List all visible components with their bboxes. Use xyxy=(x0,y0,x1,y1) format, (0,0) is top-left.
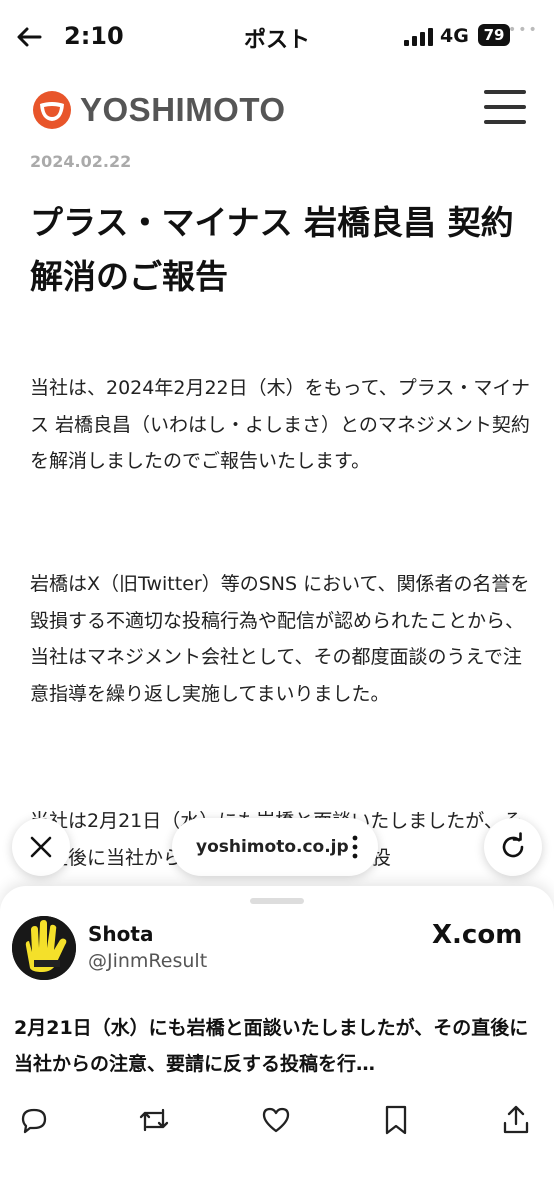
reload-button[interactable] xyxy=(484,818,542,876)
post-text[interactable]: 2月21日（水）にも岩橋と面談いたしましたが、その直後に当社からの注意、要請に反… xyxy=(14,1010,534,1082)
post-actions xyxy=(0,1100,554,1144)
article-date: 2024.02.22 xyxy=(30,152,132,171)
yoshimoto-logo[interactable]: YOSHIMOTO xyxy=(32,88,286,132)
status-more-icon: ••• xyxy=(508,22,539,38)
battery-icon: 79 xyxy=(478,24,510,46)
bookmark-button[interactable] xyxy=(376,1100,416,1140)
more-vertical-icon[interactable] xyxy=(352,834,358,860)
avatar[interactable] xyxy=(12,916,76,980)
bookmark-icon xyxy=(385,1105,407,1135)
reply-icon xyxy=(21,1108,47,1134)
close-icon xyxy=(30,836,52,858)
article-paragraph: 岩橋はX（旧Twitter）等のSNS において、関係者の名誉を毀損する不適切な… xyxy=(30,573,530,705)
signal-strength-icon xyxy=(404,28,433,46)
hamburger-menu-icon[interactable] xyxy=(484,90,526,124)
source-label: X.com xyxy=(432,920,523,950)
logo-mouth-icon xyxy=(33,91,71,129)
reload-icon xyxy=(502,832,524,858)
status-bar: 2:10 ポスト 4G 79 ••• xyxy=(0,0,554,72)
article-title: プラス・マイナス 岩橋良昌 契約解消のご報告 xyxy=(30,203,514,296)
avatar-hand-icon xyxy=(12,916,76,980)
url-bar[interactable]: yoshimoto.co.jp xyxy=(172,818,378,876)
logo-text: YOSHIMOTO xyxy=(80,91,286,128)
share-icon xyxy=(503,1105,529,1134)
share-button[interactable] xyxy=(496,1100,536,1140)
post-author-name[interactable]: Shota xyxy=(88,922,153,946)
network-type: 4G xyxy=(440,25,469,47)
url-text: yoshimoto.co.jp xyxy=(196,837,349,857)
close-browser-button[interactable] xyxy=(12,818,70,876)
reply-button[interactable] xyxy=(14,1100,54,1140)
sheet-grabber[interactable] xyxy=(250,898,304,904)
heart-icon xyxy=(262,1107,290,1133)
screen-title: ポスト xyxy=(243,28,310,53)
post-author-handle[interactable]: @JinmResult xyxy=(88,950,207,972)
post-sheet: Shota @JinmResult X.com 2月21日（水）にも岩橋と面談い… xyxy=(0,886,554,1200)
repost-icon xyxy=(139,1108,169,1132)
article-paragraph: 当社は、2024年2月22日（木）をもって、プラス・マイナス 岩橋良昌（いわはし… xyxy=(30,377,530,472)
repost-button[interactable] xyxy=(134,1100,174,1140)
like-button[interactable] xyxy=(256,1100,296,1140)
